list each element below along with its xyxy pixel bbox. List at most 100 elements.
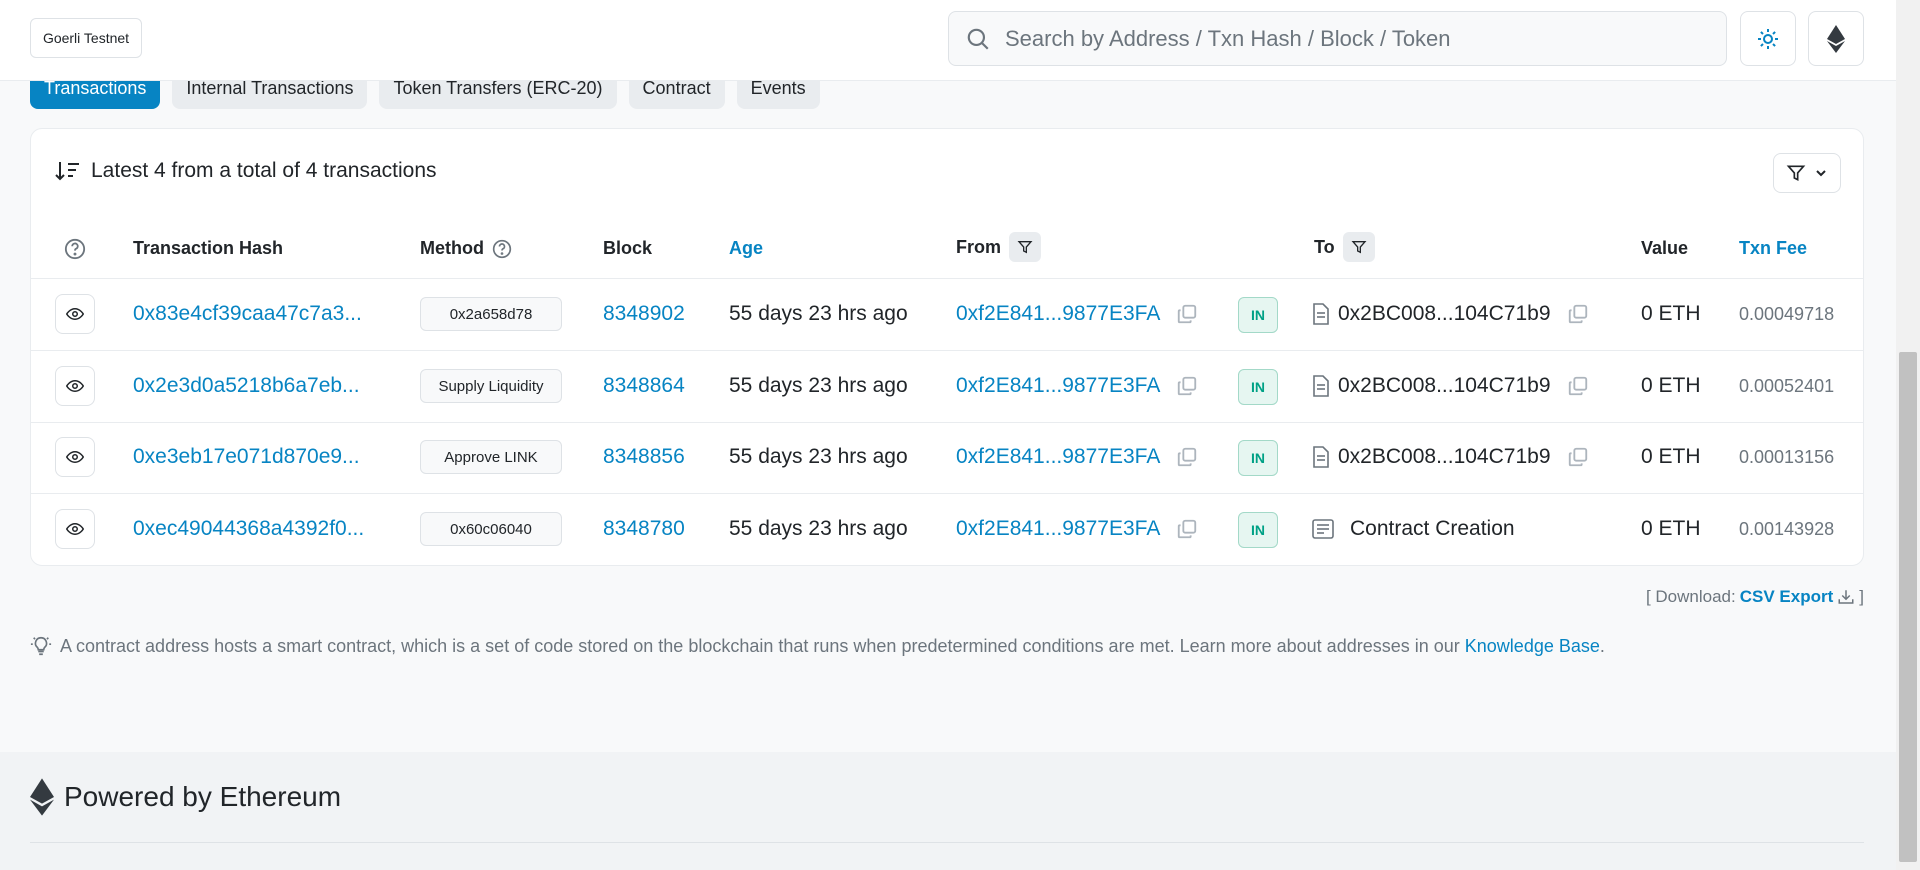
to-address-text[interactable]: 0x2BC008...104C71b9 bbox=[1338, 445, 1551, 469]
copy-icon[interactable] bbox=[1176, 366, 1198, 406]
from-address-link[interactable]: 0xf2E841...9877E3FA bbox=[956, 437, 1160, 477]
col-header-method-label: Method bbox=[420, 238, 484, 258]
to-cell: 0x2BC008...104C71b9 bbox=[1312, 366, 1551, 406]
direction-badge: IN bbox=[1238, 440, 1278, 476]
copy-icon[interactable] bbox=[1176, 509, 1198, 549]
filter-icon bbox=[1786, 165, 1806, 182]
copy-icon[interactable] bbox=[1567, 437, 1589, 477]
col-header-from: From bbox=[956, 232, 1041, 262]
row-divider bbox=[30, 278, 1864, 279]
tx-hash-link[interactable]: 0xe3eb17e071d870e9... bbox=[133, 437, 360, 477]
copy-icon[interactable] bbox=[1567, 366, 1589, 406]
row-divider bbox=[30, 350, 1864, 351]
direction-badge: IN bbox=[1238, 369, 1278, 405]
lightbulb-icon bbox=[30, 636, 52, 656]
help-icon-header[interactable] bbox=[64, 238, 86, 260]
question-circle-icon[interactable] bbox=[492, 239, 512, 259]
preview-button[interactable] bbox=[55, 509, 95, 549]
search-box[interactable] bbox=[948, 11, 1727, 66]
tx-hash-link[interactable]: 0x2e3d0a5218b6a7eb... bbox=[133, 366, 360, 406]
direction-badge: IN bbox=[1238, 512, 1278, 548]
method-badge: 0x60c06040 bbox=[420, 512, 562, 546]
search-icon bbox=[967, 28, 989, 50]
copy-icon[interactable] bbox=[1567, 294, 1589, 334]
block-link[interactable]: 8348780 bbox=[603, 509, 685, 549]
filter-icon bbox=[1017, 241, 1033, 254]
value-text: 0 ETH bbox=[1641, 517, 1701, 540]
ethereum-network-button[interactable] bbox=[1808, 11, 1864, 66]
document-icon bbox=[1313, 303, 1329, 325]
copy-icon[interactable] bbox=[1176, 437, 1198, 477]
card-header: Latest 4 from a total of 4 transactions bbox=[55, 159, 437, 183]
footer-divider bbox=[30, 842, 1864, 843]
copy-icon[interactable] bbox=[1176, 294, 1198, 334]
to-cell: 0x2BC008...104C71b9 bbox=[1312, 437, 1551, 477]
col-header-method: Method bbox=[420, 238, 512, 259]
footer: Powered by Ethereum bbox=[0, 752, 1896, 870]
method-badge: Supply Liquidity bbox=[420, 369, 562, 403]
to-filter-button[interactable] bbox=[1342, 232, 1375, 262]
search-input[interactable] bbox=[1003, 24, 1687, 53]
value-text: 0 ETH bbox=[1641, 374, 1701, 397]
row-divider bbox=[30, 493, 1864, 494]
from-address-link[interactable]: 0xf2E841...9877E3FA bbox=[956, 509, 1160, 549]
col-header-age[interactable]: Age bbox=[729, 238, 763, 259]
document-icon bbox=[1313, 446, 1329, 468]
eye-icon bbox=[66, 307, 84, 321]
row-divider bbox=[30, 422, 1864, 423]
age-text: 55 days 23 hrs ago bbox=[729, 517, 908, 540]
powered-by-text: Powered by Ethereum bbox=[64, 781, 342, 812]
age-text: 55 days 23 hrs ago bbox=[729, 302, 908, 325]
filter-dropdown-button[interactable] bbox=[1773, 153, 1841, 193]
value-text: 0 ETH bbox=[1641, 302, 1701, 325]
age-text: 55 days 23 hrs ago bbox=[729, 374, 908, 397]
method-badge: 0x2a658d78 bbox=[420, 297, 562, 331]
sort-descending-icon bbox=[55, 162, 79, 181]
value-text: 0 ETH bbox=[1641, 445, 1701, 468]
col-header-to-label: To bbox=[1314, 236, 1335, 257]
preview-button[interactable] bbox=[55, 294, 95, 334]
to-address-text[interactable]: 0x2BC008...104C71b9 bbox=[1338, 302, 1551, 326]
network-button[interactable]: Goerli Testnet bbox=[30, 18, 142, 58]
to-cell: 0x2BC008...104C71b9 bbox=[1312, 294, 1551, 334]
info-note: A contract address hosts a smart contrac… bbox=[30, 635, 1605, 657]
preview-button[interactable] bbox=[55, 437, 95, 477]
powered-by: Powered by Ethereum bbox=[30, 778, 341, 816]
block-link[interactable]: 8348864 bbox=[603, 366, 685, 406]
to-address-text[interactable]: 0x2BC008...104C71b9 bbox=[1338, 374, 1551, 398]
question-circle-icon bbox=[64, 238, 86, 260]
direction-badge: IN bbox=[1238, 297, 1278, 333]
download-bar: [ Download: CSV Export ] bbox=[1646, 587, 1864, 607]
col-header-block: Block bbox=[603, 238, 653, 258]
col-header-from-label: From bbox=[956, 236, 1001, 257]
csv-export-link[interactable]: CSV Export bbox=[1740, 587, 1834, 607]
download-icon[interactable] bbox=[1837, 588, 1855, 606]
scrollbar[interactable] bbox=[1896, 0, 1920, 870]
method-badge: Approve LINK bbox=[420, 440, 562, 474]
scrollbar-thumb[interactable] bbox=[1899, 352, 1917, 862]
chevron-down-icon bbox=[1816, 170, 1826, 177]
top-header: Goerli Testnet bbox=[0, 0, 1896, 81]
download-suffix: ] bbox=[1859, 587, 1864, 606]
block-link[interactable]: 8348856 bbox=[603, 437, 685, 477]
tx-hash-link[interactable]: 0x83e4cf39caa47c7a3... bbox=[133, 294, 362, 334]
transactions-summary: Latest 4 from a total of 4 transactions bbox=[91, 159, 437, 182]
from-address-link[interactable]: 0xf2E841...9877E3FA bbox=[956, 294, 1160, 334]
theme-toggle-button[interactable] bbox=[1740, 11, 1796, 66]
to-cell: Contract Creation bbox=[1312, 509, 1515, 549]
info-note-end: . bbox=[1599, 635, 1605, 656]
block-link[interactable]: 8348902 bbox=[603, 294, 685, 334]
knowledge-base-link[interactable]: Knowledge Base bbox=[1465, 636, 1600, 656]
col-header-value: Value bbox=[1641, 238, 1689, 258]
tx-hash-link[interactable]: 0xec49044368a4392f0... bbox=[133, 509, 364, 549]
col-header-fee[interactable]: Txn Fee bbox=[1739, 238, 1807, 259]
preview-button[interactable] bbox=[55, 366, 95, 406]
from-address-link[interactable]: 0xf2E841...9877E3FA bbox=[956, 366, 1160, 406]
contract-creation-icon bbox=[1312, 519, 1334, 539]
fee-text: 0.00049718 bbox=[1739, 303, 1835, 324]
fee-text: 0.00052401 bbox=[1739, 375, 1835, 396]
from-filter-button[interactable] bbox=[1009, 232, 1041, 262]
info-note-text: A contract address hosts a smart contrac… bbox=[60, 635, 1460, 656]
col-header-to: To bbox=[1314, 232, 1375, 262]
eye-icon bbox=[66, 379, 84, 393]
